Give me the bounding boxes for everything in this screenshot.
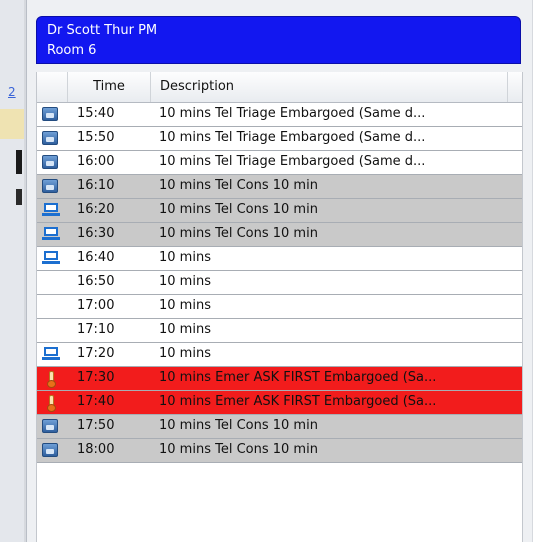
appointment-row[interactable]: 16:50 10 mins [37,271,522,295]
appointment-time: 17:00 [77,298,115,313]
appointment-description: 10 mins [159,250,211,265]
appointment-time: 17:30 [77,370,115,385]
column-header-end [507,72,523,102]
appointment-time: 17:40 [77,394,115,409]
phone-icon [42,106,60,123]
appointment-row[interactable]: 15:40 10 mins Tel Triage Embargoed (Same … [37,103,522,127]
background-link[interactable]: 2 [8,85,22,99]
appointment-row[interactable]: 16:20 10 mins Tel Cons 10 min [37,199,522,223]
phone-icon [42,418,60,435]
appointment-row[interactable]: 17:50 10 mins Tel Cons 10 min [37,415,522,439]
appointment-time: 17:50 [77,418,115,433]
appointment-description: 10 mins [159,274,211,289]
appointment-grid: Time Description 15:40 10 mins Tel Triage… [36,72,523,542]
appointment-description: 10 mins Tel Cons 10 min [159,178,318,193]
phone-icon [42,130,60,147]
appointment-time: 16:10 [77,178,115,193]
appointment-time: 16:30 [77,226,115,241]
empty-icon-slot [42,298,60,315]
appointment-panel: Dr Scott Thur PM Room 6 Time Description… [26,0,532,542]
appointment-description: 10 mins [159,322,211,337]
appointment-row[interactable]: 17:40 10 mins Emer ASK FIRST Embargoed (S… [37,391,522,415]
appointment-time: 17:20 [77,346,115,361]
appointment-time: 16:00 [77,154,115,169]
thermometer-icon [42,394,60,412]
clinician-header[interactable]: Dr Scott Thur PM Room 6 [36,16,521,64]
laptop-icon [42,250,60,267]
appointment-time: 15:50 [77,130,115,145]
appointment-rows: 15:40 10 mins Tel Triage Embargoed (Same … [37,103,522,463]
appointment-time: 18:00 [77,442,115,457]
appointment-row[interactable]: 17:30 10 mins Emer ASK FIRST Embargoed (S… [37,367,522,391]
background-app-edge [0,0,24,542]
column-header-description[interactable]: Description [160,72,234,102]
room-label: Room 6 [47,43,97,58]
clinician-name: Dr Scott Thur PM [47,23,158,38]
background-dark-element-2 [16,189,22,205]
appointment-description: 10 mins Tel Cons 10 min [159,202,318,217]
column-header-row: Time Description [37,72,522,103]
appointment-row[interactable]: 16:40 10 mins [37,247,522,271]
appointment-row[interactable]: 16:00 10 mins Tel Triage Embargoed (Same … [37,151,522,175]
column-header-icon[interactable] [37,72,68,102]
appointment-row[interactable]: 17:20 10 mins [37,343,522,367]
empty-icon-slot [42,274,60,291]
phone-icon [42,442,60,459]
appointment-time: 16:40 [77,250,115,265]
appointment-time: 16:50 [77,274,115,289]
appointment-description: 10 mins Tel Triage Embargoed (Same d... [159,154,426,169]
thermometer-icon [42,370,60,388]
column-header-time[interactable]: Time [68,72,151,102]
background-dark-element [16,150,22,174]
phone-icon [42,154,60,171]
appointment-time: 16:20 [77,202,115,217]
appointment-description: 10 mins Emer ASK FIRST Embargoed (Sa... [159,370,437,385]
appointment-row[interactable]: 18:00 10 mins Tel Cons 10 min [37,439,522,463]
appointment-description: 10 mins Tel Cons 10 min [159,418,318,433]
appointment-description: 10 mins Tel Triage Embargoed (Same d... [159,106,426,121]
appointment-row[interactable]: 17:00 10 mins [37,295,522,319]
appointment-description: 10 mins Tel Cons 10 min [159,226,318,241]
appointment-description: 10 mins [159,298,211,313]
phone-icon [42,178,60,195]
appointment-row[interactable]: 16:10 10 mins Tel Cons 10 min [37,175,522,199]
appointment-description: 10 mins Tel Cons 10 min [159,442,318,457]
appointment-row[interactable]: 15:50 10 mins Tel Triage Embargoed (Same … [37,127,522,151]
appointment-time: 17:10 [77,322,115,337]
appointment-row[interactable]: 16:30 10 mins Tel Cons 10 min [37,223,522,247]
empty-icon-slot [42,322,60,339]
laptop-icon [42,346,60,363]
laptop-icon [42,202,60,219]
background-highlight-band [0,109,24,139]
appointment-description: 10 mins Tel Triage Embargoed (Same d... [159,130,426,145]
laptop-icon [42,226,60,243]
appointment-time: 15:40 [77,106,115,121]
appointment-description: 10 mins [159,346,211,361]
appointment-row[interactable]: 17:10 10 mins [37,319,522,343]
appointment-description: 10 mins Emer ASK FIRST Embargoed (Sa... [159,394,437,409]
